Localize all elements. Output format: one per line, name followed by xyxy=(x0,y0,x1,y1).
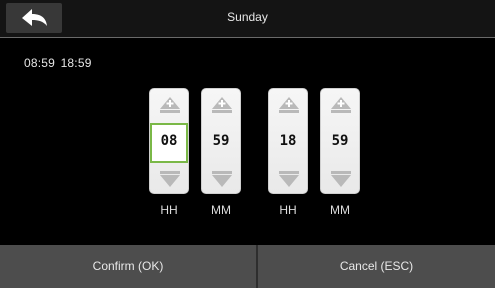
minute-start-unit: MM xyxy=(211,203,231,217)
decrement-arrow-icon[interactable] xyxy=(159,169,181,189)
header-bar: Sunday xyxy=(0,0,495,38)
footer-bar: Confirm (OK) Cancel (ESC) xyxy=(0,245,495,288)
decrement-arrow-icon[interactable] xyxy=(211,169,233,189)
minute-end-spinner: 59 xyxy=(320,88,360,194)
increment-arrow-icon[interactable] xyxy=(278,95,300,115)
hour-start-spinner: 08 xyxy=(149,88,189,194)
minute-start-spinner: 59 xyxy=(201,88,241,194)
increment-arrow-icon[interactable] xyxy=(159,95,181,115)
minute-start-value[interactable]: 59 xyxy=(202,123,240,159)
cancel-button[interactable]: Cancel (ESC) xyxy=(258,245,495,288)
decrement-arrow-icon[interactable] xyxy=(278,169,300,189)
increment-arrow-icon[interactable] xyxy=(330,95,352,115)
minute-end-value[interactable]: 59 xyxy=(321,123,359,159)
confirm-button[interactable]: Confirm (OK) xyxy=(0,245,256,288)
minute-end-unit: MM xyxy=(330,203,350,217)
hour-end-value[interactable]: 18 xyxy=(269,123,307,159)
increment-arrow-icon[interactable] xyxy=(211,95,233,115)
time-summary: 08:59 18:59 xyxy=(24,56,92,70)
decrement-arrow-icon[interactable] xyxy=(330,169,352,189)
hour-start-unit: HH xyxy=(160,203,178,217)
page-title: Sunday xyxy=(227,10,268,24)
hour-end-unit: HH xyxy=(279,203,297,217)
hour-start-value[interactable]: 08 xyxy=(150,123,188,163)
hour-end-spinner: 18 xyxy=(268,88,308,194)
